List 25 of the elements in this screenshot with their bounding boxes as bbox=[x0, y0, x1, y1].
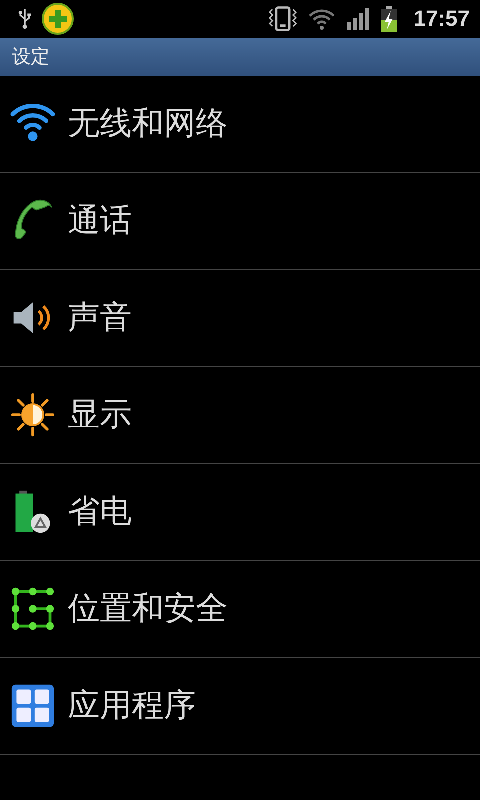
battery-charging-icon bbox=[380, 6, 398, 32]
settings-label: 通话 bbox=[68, 200, 132, 241]
settings-item[interactable]: 应用程序 bbox=[0, 658, 480, 755]
settings-item[interactable]: 声音 bbox=[0, 270, 480, 367]
settings-label: 显示 bbox=[68, 394, 132, 435]
settings-label: 位置和安全 bbox=[68, 588, 228, 629]
settings-item[interactable]: 省电 bbox=[0, 464, 480, 561]
settings-label: 省电 bbox=[68, 491, 132, 532]
pattern-lock-icon bbox=[10, 586, 56, 632]
settings-item[interactable]: 显示 bbox=[0, 367, 480, 464]
app-notification-icon bbox=[42, 3, 74, 35]
cell-signal-icon bbox=[346, 8, 370, 30]
app-grid-icon bbox=[10, 683, 56, 729]
settings-label: 无线和网络 bbox=[68, 103, 228, 144]
settings-item[interactable]: 通话 bbox=[0, 173, 480, 270]
vibrate-icon bbox=[268, 6, 298, 32]
settings-label: 声音 bbox=[68, 297, 132, 338]
wifi-signal-icon bbox=[308, 8, 336, 30]
settings-item[interactable]: 无线和网络 bbox=[0, 76, 480, 173]
clock-time: 17:57 bbox=[414, 6, 470, 32]
sun-icon bbox=[10, 392, 56, 438]
usb-icon bbox=[18, 8, 32, 30]
settings-item[interactable]: 位置和安全 bbox=[0, 561, 480, 658]
screen-title: 设定 bbox=[12, 45, 50, 70]
settings-label: 应用程序 bbox=[68, 685, 196, 726]
